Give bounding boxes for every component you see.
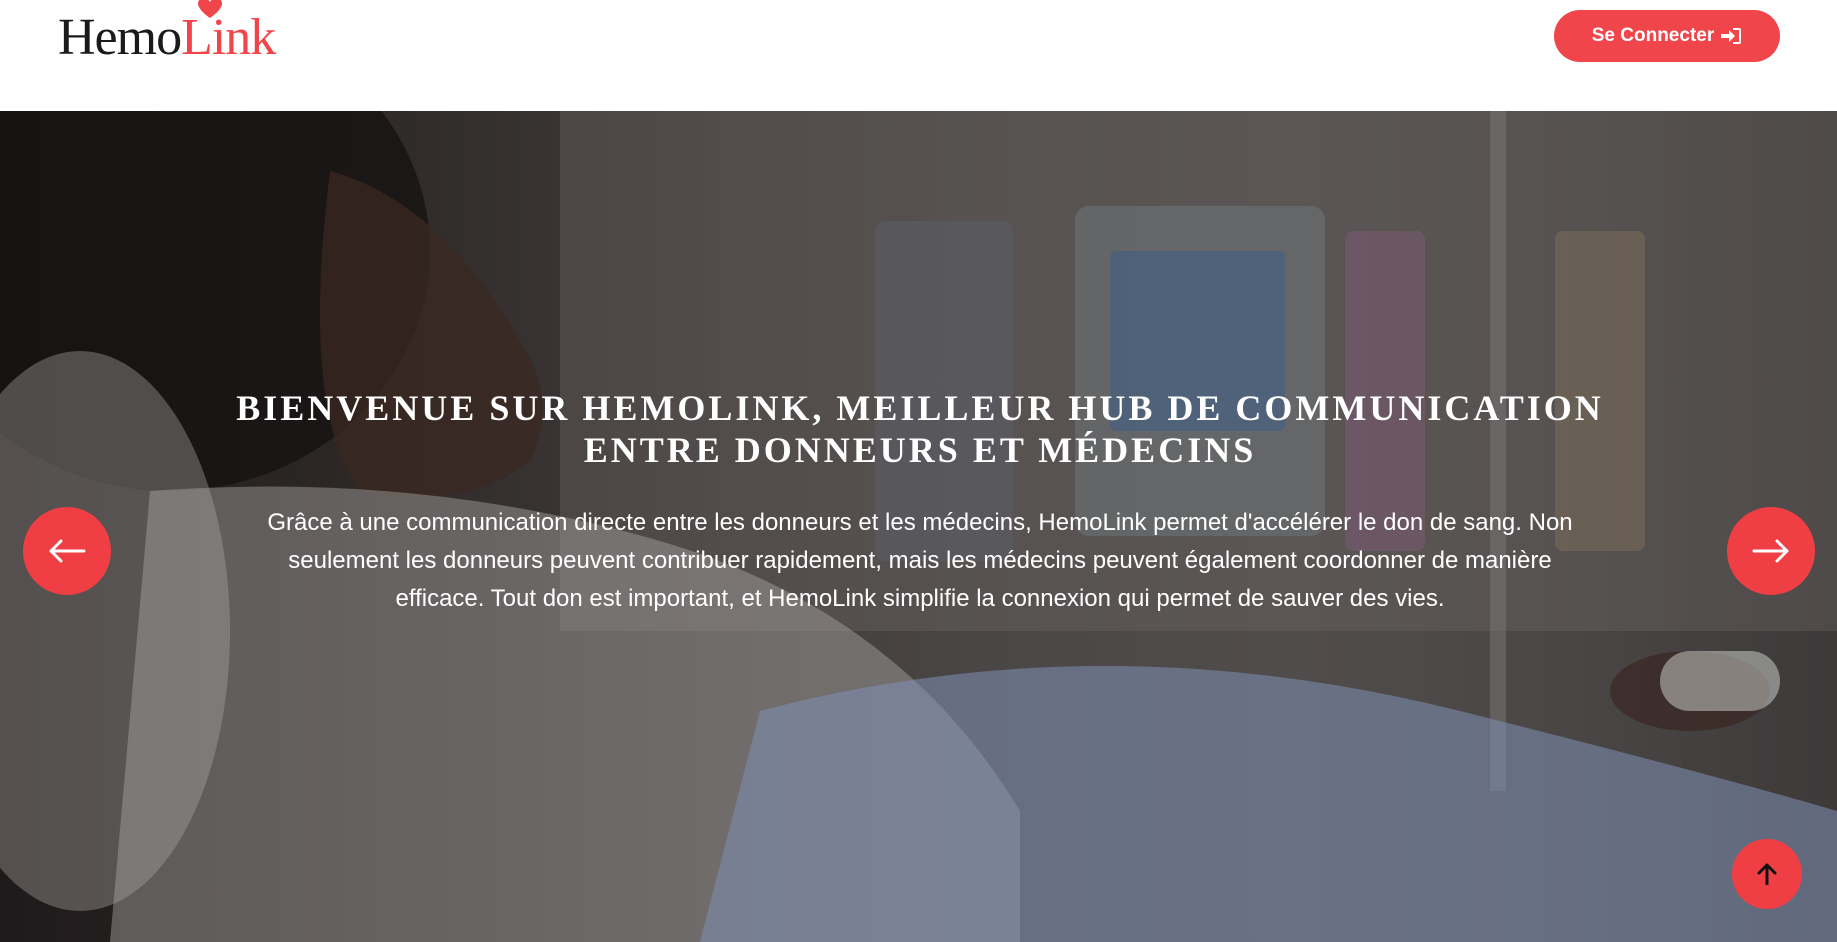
sign-in-icon [1721, 28, 1742, 44]
arrow-up-icon [1757, 863, 1777, 885]
logo-link-label: Link [181, 9, 276, 66]
carousel-prev-button[interactable] [23, 507, 111, 595]
login-button-label: Se Connecter [1591, 25, 1715, 46]
arrow-left-icon [49, 539, 86, 563]
hemolink-logo[interactable]: Hemo Link [58, 0, 276, 68]
hero-carousel: BIENVENUE SUR HEMOLINK, MEILLEUR HUB DE … [0, 111, 1837, 942]
hero-content: BIENVENUE SUR HEMOLINK, MEILLEUR HUB DE … [230, 387, 1610, 618]
heart-icon [198, 0, 223, 18]
navbar: Hemo Link Se Connecter [0, 0, 1837, 111]
carousel-next-button[interactable] [1727, 507, 1815, 595]
back-to-top-button[interactable] [1732, 839, 1802, 909]
logo-text-hemo: Hemo [58, 9, 182, 66]
hero-title: BIENVENUE SUR HEMOLINK, MEILLEUR HUB DE … [236, 388, 1604, 470]
logo-text-link: Link [181, 0, 276, 66]
hero-description: Grâce à une communication directe entre … [267, 509, 1573, 612]
login-button[interactable]: Se Connecter [1554, 10, 1780, 62]
arrow-right-icon [1752, 539, 1789, 563]
